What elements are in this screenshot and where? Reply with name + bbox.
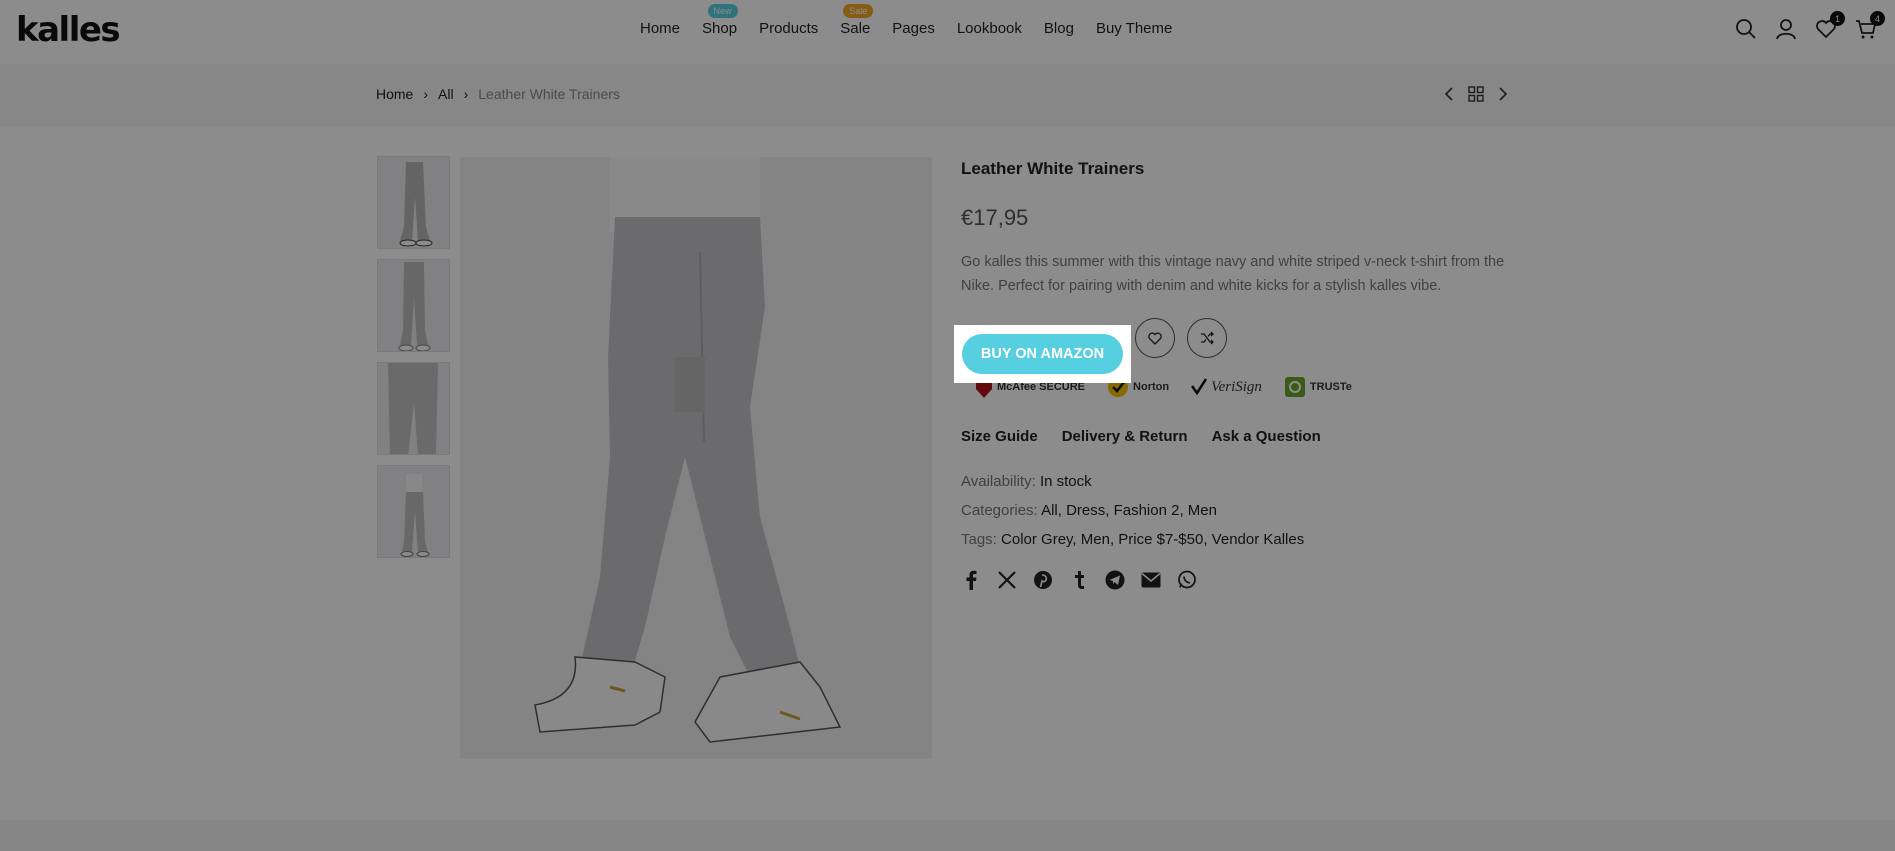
facebook-icon[interactable]	[961, 570, 981, 590]
nav-home[interactable]: Home	[640, 20, 680, 37]
logo[interactable]: kalles	[16, 10, 121, 50]
next-product-icon[interactable]	[1498, 87, 1508, 106]
product-links: Size Guide Delivery & Return Ask a Quest…	[961, 428, 1521, 445]
product-thumbnail[interactable]	[377, 259, 450, 352]
product-meta: Availability: In stock Categories: All, …	[961, 467, 1521, 554]
buy-on-amazon-button[interactable]: BUY ON AMAZON	[962, 334, 1123, 374]
categories-key: Categories:	[961, 502, 1038, 519]
nav-pages[interactable]: Pages	[892, 20, 935, 37]
categories-value[interactable]: All, Dress, Fashion 2, Men	[1041, 502, 1217, 519]
account-icon[interactable]	[1773, 16, 1799, 42]
availability-value: In stock	[1039, 473, 1092, 490]
breadcrumb-home[interactable]: Home	[376, 86, 413, 102]
highlight-spotlight: BUY ON AMAZON	[954, 325, 1131, 383]
site-header: kalles Home New Shop Products Sale Sale Pa…	[0, 0, 1895, 64]
nav-blog[interactable]: Blog	[1044, 20, 1074, 37]
product-thumbnails	[377, 156, 450, 558]
product-title: Leather White Trainers	[961, 159, 1145, 178]
nav-sale[interactable]: Sale Sale	[840, 4, 874, 37]
product-description: Go kalles this summer with this vintage …	[961, 254, 1505, 294]
tags-value[interactable]: Color Grey, Men, Price $7-$50, Vendor Ka…	[1001, 531, 1304, 548]
prev-product-icon[interactable]	[1444, 87, 1454, 106]
pinterest-icon[interactable]	[1033, 570, 1053, 590]
email-icon[interactable]	[1141, 570, 1161, 590]
nav-products[interactable]: Products	[759, 20, 818, 37]
breadcrumb-all[interactable]: All	[438, 86, 454, 102]
main-nav: Home New Shop Products Sale Sale Pages Loo…	[640, 4, 1194, 37]
wishlist-icon[interactable]: 1	[1813, 11, 1845, 42]
tumblr-icon[interactable]	[1069, 570, 1089, 590]
dim-overlay	[0, 0, 1895, 851]
nav-buy-theme[interactable]: Buy Theme	[1096, 20, 1172, 37]
verisign-check-icon	[1191, 378, 1208, 396]
nav-sale-label: Sale	[840, 20, 871, 37]
grid-icon[interactable]	[1468, 86, 1484, 107]
breadcrumb-current: Leather White Trainers	[478, 86, 620, 102]
telegram-icon[interactable]	[1105, 570, 1125, 590]
truste-seal-icon	[1284, 377, 1305, 397]
tags-row: Tags: Color Grey, Men, Price $7-$50, Ven…	[961, 525, 1521, 554]
ask-question-link[interactable]: Ask a Question	[1212, 428, 1321, 445]
new-badge: New	[707, 4, 738, 18]
delivery-return-link[interactable]: Delivery & Return	[1062, 428, 1188, 445]
breadcrumb: Home › All › Leather White Trainers	[376, 86, 620, 102]
nav-pages-label: Pages	[892, 20, 935, 37]
nav-products-label: Products	[759, 20, 819, 37]
product-price: €17,95	[961, 205, 1029, 230]
search-icon[interactable]	[1733, 16, 1759, 42]
nav-buy-theme-label: Buy Theme	[1095, 20, 1173, 37]
x-icon[interactable]	[997, 570, 1017, 590]
truste-label: TRUSTe	[1309, 381, 1352, 393]
availability-row: Availability: In stock	[961, 467, 1521, 496]
nav-lookbook-label: Lookbook	[956, 20, 1022, 37]
norton-label: Norton	[1133, 381, 1170, 393]
sale-badge: Sale	[843, 4, 874, 18]
wishlist-count: 1	[1830, 11, 1845, 26]
availability-key: Availability:	[961, 473, 1036, 490]
chevron-right-icon: ›	[463, 86, 469, 102]
footer-strip	[0, 820, 1895, 851]
nav-shop[interactable]: New Shop	[702, 4, 738, 37]
product-main-image[interactable]	[460, 157, 932, 759]
product-thumbnail[interactable]	[377, 362, 450, 455]
add-to-wishlist-button[interactable]	[1135, 318, 1175, 358]
header-icons: 1 4	[1733, 11, 1885, 42]
tags-key: Tags:	[961, 531, 997, 548]
compare-button[interactable]	[1187, 318, 1227, 358]
verisign-label: VeriSign	[1211, 378, 1262, 395]
cart-icon[interactable]: 4	[1853, 11, 1885, 42]
heart-icon	[1148, 331, 1162, 345]
whatsapp-icon[interactable]	[1177, 570, 1197, 590]
nav-blog-label: Blog	[1043, 20, 1074, 37]
size-guide-link[interactable]: Size Guide	[961, 428, 1038, 445]
shuffle-icon	[1201, 331, 1214, 345]
product-thumbnail[interactable]	[377, 156, 450, 249]
chevron-right-icon: ›	[423, 86, 429, 102]
product-thumbnail[interactable]	[377, 465, 450, 558]
categories-row: Categories: All, Dress, Fashion 2, Men	[961, 496, 1521, 525]
share-icons	[961, 570, 1521, 590]
product-pager	[1444, 86, 1508, 107]
nav-home-label: Home	[640, 20, 681, 37]
cart-count: 4	[1870, 11, 1885, 26]
truste-badge: TRUSTe	[1284, 372, 1352, 402]
nav-shop-label: Shop	[702, 20, 738, 37]
breadcrumb-bar: Home › All › Leather White Trainers	[0, 64, 1895, 126]
nav-lookbook[interactable]: Lookbook	[957, 20, 1022, 37]
verisign-badge: VeriSign	[1191, 372, 1262, 402]
